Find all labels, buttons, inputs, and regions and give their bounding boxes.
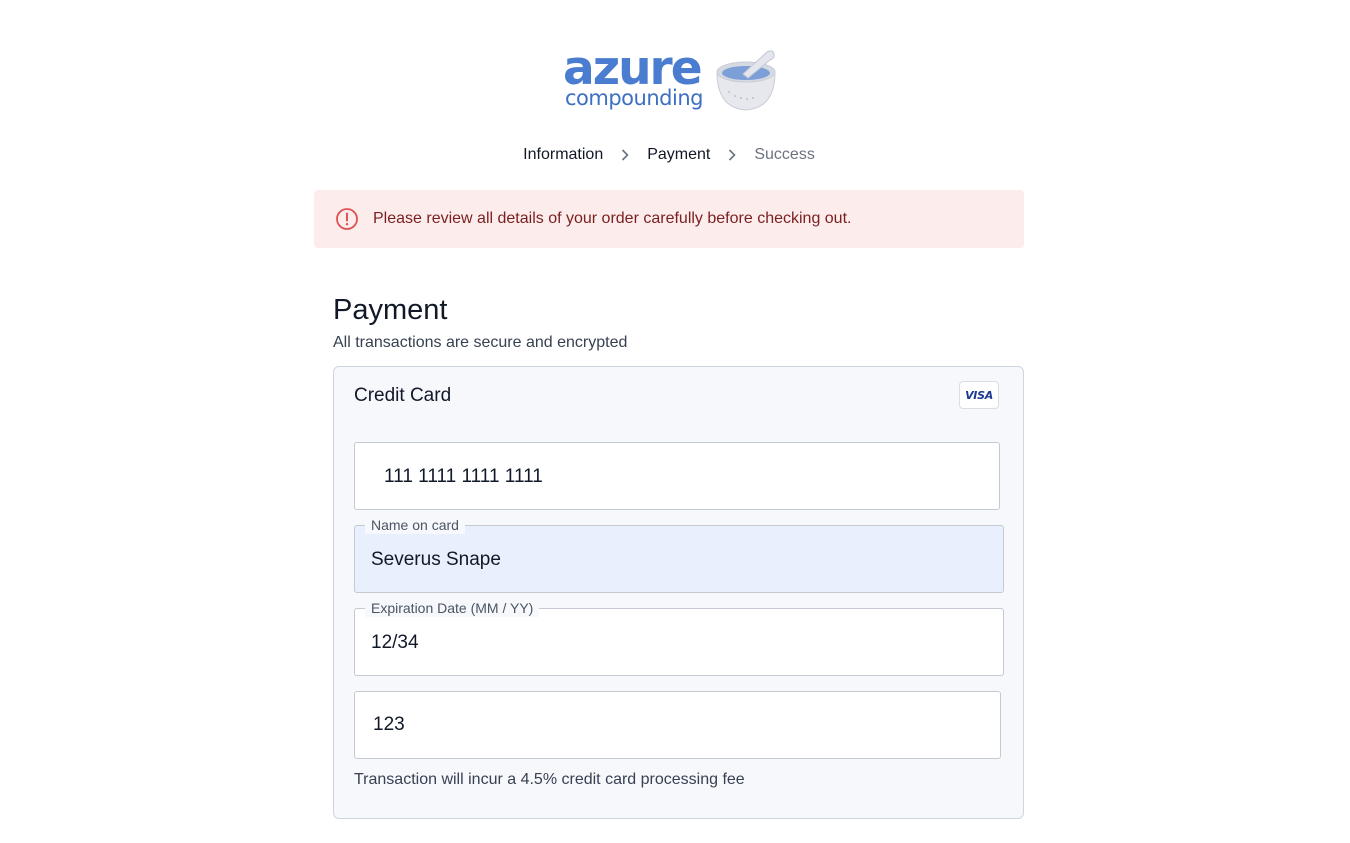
review-order-alert: Please review all details of your order … xyxy=(314,190,1024,248)
card-number-input[interactable] xyxy=(355,443,999,509)
mortar-pestle-icon xyxy=(716,50,776,111)
visa-card-icon: VISA xyxy=(959,381,999,409)
brand-logo[interactable]: azure compounding xyxy=(563,44,778,116)
card-number-field xyxy=(354,442,1000,510)
checkout-breadcrumb: Information Payment Success xyxy=(0,144,1338,166)
name-on-card-field: Name on card xyxy=(354,516,1004,593)
expiration-date-field: Expiration Date (MM / YY) xyxy=(354,599,1004,676)
cvv-field xyxy=(354,691,1001,759)
alert-message: Please review all details of your order … xyxy=(373,210,852,227)
name-on-card-input[interactable] xyxy=(355,526,1003,592)
credit-card-title: Credit Card xyxy=(354,385,452,406)
checkout-page: azure compounding Information Payment Su… xyxy=(0,0,1350,843)
chevron-right-icon xyxy=(710,144,754,166)
breadcrumb-step-success: Success xyxy=(754,146,815,163)
cvv-input[interactable] xyxy=(355,692,1000,758)
credit-card-panel: Credit Card VISA Name on card Expiration… xyxy=(333,366,1024,819)
breadcrumb-step-information[interactable]: Information xyxy=(523,144,603,166)
payment-subtitle: All transactions are secure and encrypte… xyxy=(333,334,628,351)
breadcrumb-step-payment: Payment xyxy=(647,146,711,163)
payment-heading: Payment xyxy=(333,294,448,326)
exclamation-circle-icon xyxy=(336,208,358,230)
chevron-right-icon xyxy=(603,144,647,166)
processing-fee-note: Transaction will incur a 4.5% credit car… xyxy=(354,771,745,788)
logo-subtitle: compounding xyxy=(565,86,703,110)
expiration-date-input[interactable] xyxy=(355,609,1003,675)
